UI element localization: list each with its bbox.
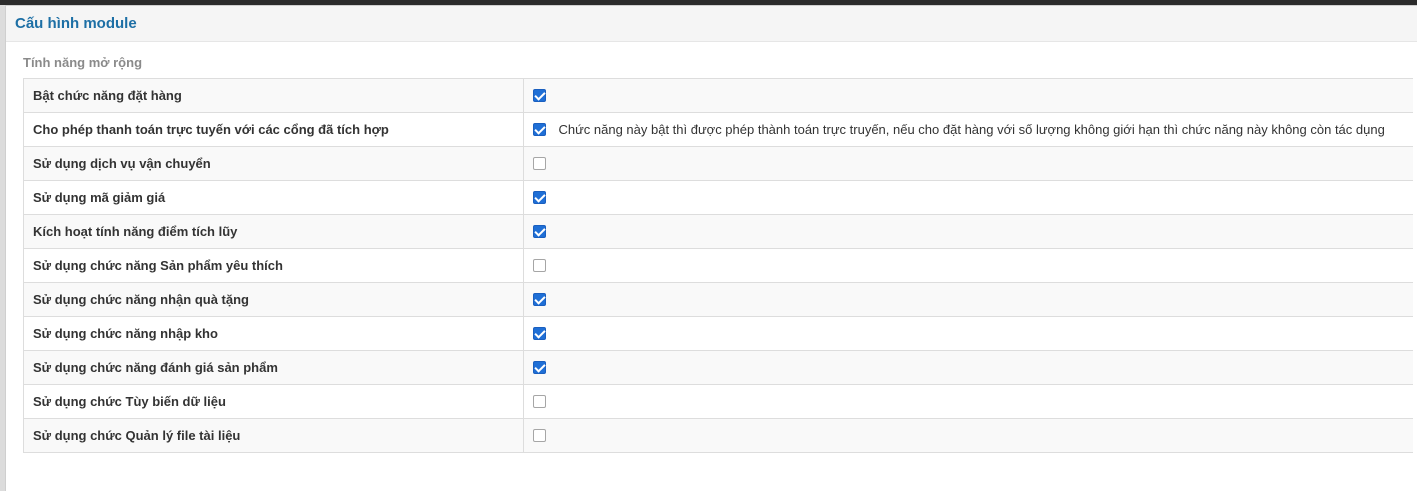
setting-label: Sử dụng chức năng Sản phẩm yêu thích	[23, 248, 524, 283]
gift-feature-checkbox[interactable]	[533, 292, 546, 306]
panel-title: Cấu hình module	[15, 15, 137, 32]
table-row: Sử dụng chức năng nhập kho	[23, 316, 1413, 351]
table-row: Sử dụng chức Quản lý file tài liệu	[23, 418, 1413, 453]
setting-label: Sử dụng chức năng nhập kho	[23, 316, 524, 351]
table-row: Sử dụng chức năng nhận quà tặng	[23, 282, 1413, 317]
table-row: Bật chức năng đặt hàng	[23, 78, 1413, 113]
table-row: Sử dụng dịch vụ vận chuyển	[23, 146, 1413, 181]
document-manager-checkbox[interactable]	[533, 428, 546, 442]
product-review-checkbox[interactable]	[533, 360, 546, 374]
setting-label: Kích hoạt tính năng điểm tích lũy	[23, 214, 524, 249]
online-payment-checkbox[interactable]	[533, 122, 546, 136]
setting-label: Sử dụng dịch vụ vận chuyển	[23, 146, 524, 181]
section-title: Tính năng mở rộng	[23, 55, 143, 70]
table-row: Sử dụng chức năng Sản phẩm yêu thích	[23, 248, 1413, 283]
setting-help: Chức năng này bật thì được phép thành to…	[558, 121, 1385, 137]
table-row: Sử dụng chức năng đánh giá sản phẩm	[23, 350, 1413, 385]
discount-code-checkbox[interactable]	[533, 190, 546, 204]
table-row: Sử dụng chức Tùy biến dữ liệu	[23, 384, 1413, 419]
shipping-service-checkbox[interactable]	[533, 156, 546, 170]
setting-label: Sử dụng chức Tùy biến dữ liệu	[23, 384, 524, 419]
table-row: Sử dụng mã giảm giá	[23, 180, 1413, 215]
setting-label: Cho phép thanh toán trực tuyến với các c…	[23, 112, 524, 147]
setting-label: Sử dụng chức Quản lý file tài liệu	[23, 418, 524, 453]
panel-header: Cấu hình module	[6, 6, 1417, 42]
enable-ordering-checkbox[interactable]	[533, 88, 546, 102]
setting-label: Bật chức năng đặt hàng	[23, 78, 524, 113]
table-row: Cho phép thanh toán trực tuyến với các c…	[23, 112, 1413, 147]
setting-label: Sử dụng chức năng nhận quà tặng	[23, 282, 524, 317]
favorite-products-checkbox[interactable]	[533, 258, 546, 272]
settings-table: Bật chức năng đặt hàng Cho phép thanh to…	[23, 78, 1413, 453]
setting-label: Sử dụng chức năng đánh giá sản phẩm	[23, 350, 524, 385]
table-row: Kích hoạt tính năng điểm tích lũy	[23, 214, 1413, 249]
loyalty-points-checkbox[interactable]	[533, 224, 546, 238]
setting-label: Sử dụng mã giảm giá	[23, 180, 524, 215]
custom-data-checkbox[interactable]	[533, 394, 546, 408]
stock-import-checkbox[interactable]	[533, 326, 546, 340]
